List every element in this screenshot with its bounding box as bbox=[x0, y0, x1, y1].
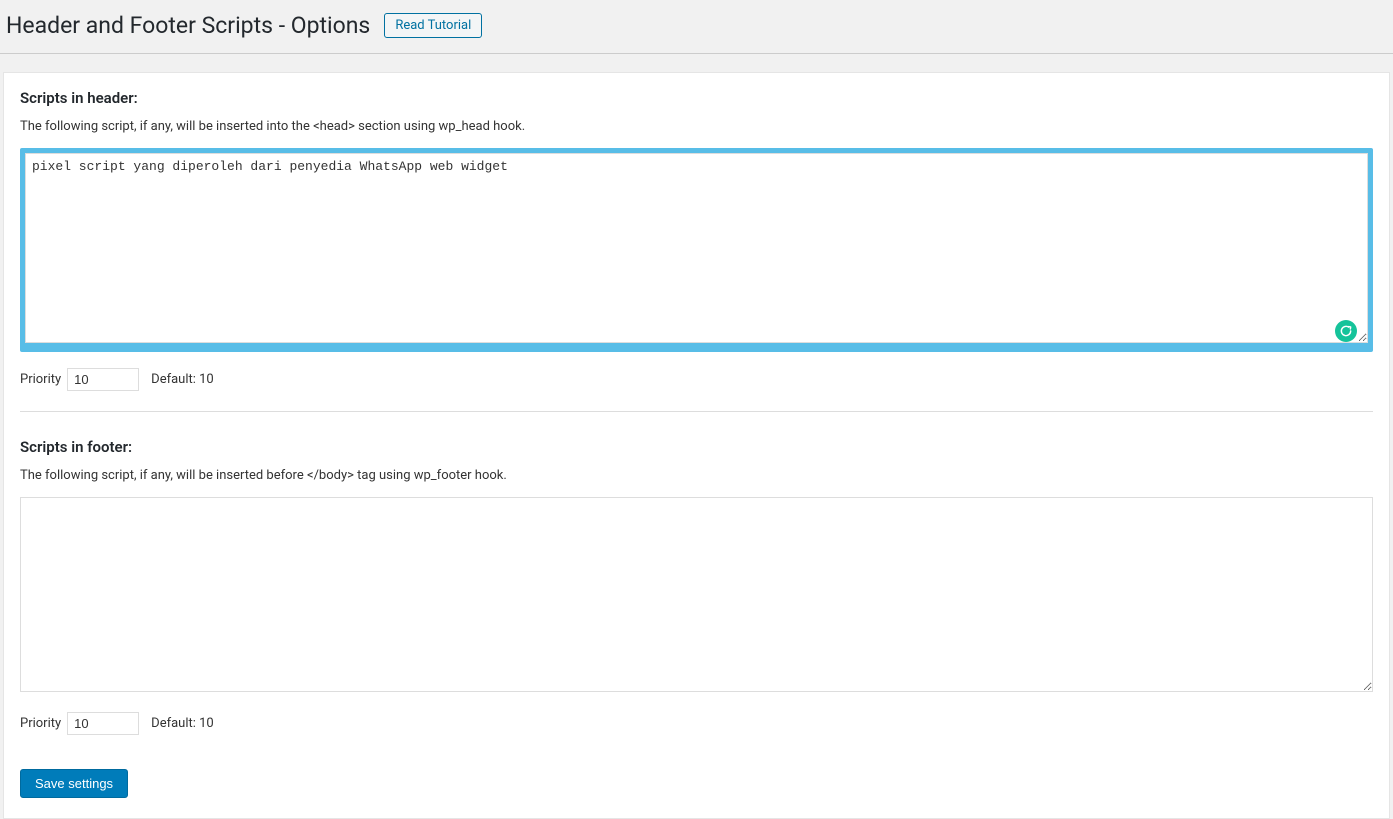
read-tutorial-button[interactable]: Read Tutorial bbox=[384, 13, 482, 38]
header-priority-input[interactable] bbox=[67, 368, 139, 391]
header-textarea-highlight bbox=[20, 148, 1373, 352]
header-scripts-section: Scripts in header: The following script,… bbox=[20, 89, 1373, 412]
page-header: Header and Footer Scripts - Options Read… bbox=[0, 0, 1393, 54]
footer-priority-default: Default: 10 bbox=[151, 716, 214, 731]
footer-script-textarea[interactable] bbox=[20, 497, 1373, 692]
footer-scripts-desc: The following script, if any, will be in… bbox=[20, 468, 1373, 483]
footer-textarea-wrap bbox=[20, 497, 1373, 696]
save-settings-button[interactable]: Save settings bbox=[20, 769, 128, 798]
footer-priority-label: Priority bbox=[20, 716, 61, 731]
footer-priority-row: Priority Default: 10 bbox=[20, 712, 1373, 735]
header-priority-default: Default: 10 bbox=[151, 372, 214, 387]
grammarly-icon[interactable] bbox=[1335, 320, 1357, 342]
header-scripts-heading: Scripts in header: bbox=[20, 89, 1373, 107]
header-script-textarea[interactable] bbox=[25, 153, 1368, 343]
header-priority-row: Priority Default: 10 bbox=[20, 368, 1373, 391]
footer-scripts-section: Scripts in footer: The following script,… bbox=[20, 438, 1373, 755]
footer-scripts-heading: Scripts in footer: bbox=[20, 438, 1373, 456]
header-scripts-desc: The following script, if any, will be in… bbox=[20, 119, 1373, 134]
settings-panel: Scripts in header: The following script,… bbox=[3, 72, 1390, 819]
header-priority-label: Priority bbox=[20, 372, 61, 387]
page-title: Header and Footer Scripts - Options bbox=[6, 12, 370, 39]
footer-priority-input[interactable] bbox=[67, 712, 139, 735]
